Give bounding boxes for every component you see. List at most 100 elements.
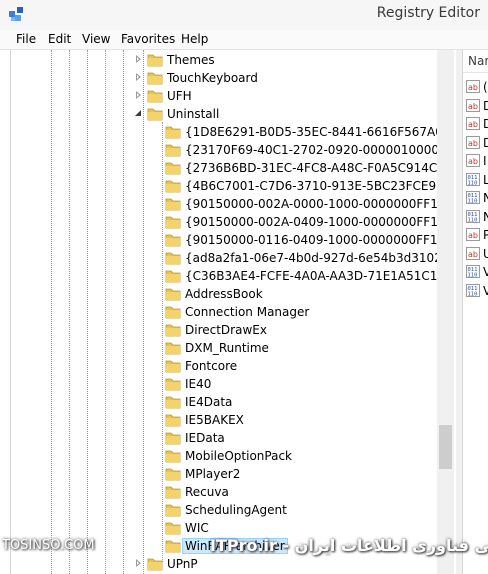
string-value-icon: ab bbox=[466, 154, 480, 167]
tree-node-label: Themes bbox=[167, 53, 215, 67]
string-value-icon: ab bbox=[466, 117, 480, 130]
tree-node-label: WIC bbox=[185, 521, 209, 535]
menu-file[interactable]: File bbox=[16, 32, 36, 46]
tree-node-label: Uninstall bbox=[167, 107, 220, 121]
name-column-label: Nar bbox=[468, 54, 488, 68]
tree-node-label: Connection Manager bbox=[185, 305, 310, 319]
folder-icon bbox=[165, 196, 181, 211]
value-name: L bbox=[483, 173, 488, 187]
tree-node-label: IE5BAKEX bbox=[185, 413, 244, 427]
folder-icon bbox=[165, 340, 181, 355]
no-expander bbox=[153, 163, 161, 171]
no-expander bbox=[153, 253, 161, 261]
folder-icon bbox=[147, 106, 163, 121]
tree-node-label: DXM_Runtime bbox=[185, 341, 269, 355]
no-expander bbox=[153, 235, 161, 243]
no-expander bbox=[153, 145, 161, 153]
no-expander bbox=[153, 505, 161, 513]
tree-node-label: {90150000-002A-0000-1000-0000000FF1CE} bbox=[185, 197, 453, 211]
value-name: N bbox=[483, 210, 488, 224]
no-expander bbox=[153, 343, 161, 351]
folder-icon bbox=[165, 520, 181, 535]
no-expander bbox=[153, 271, 161, 279]
collapsed-arrow-icon[interactable] bbox=[135, 91, 143, 99]
svg-text:110: 110 bbox=[468, 291, 478, 297]
tree-guide-line bbox=[143, 50, 144, 574]
collapsed-arrow-icon[interactable] bbox=[135, 73, 143, 81]
values-pane[interactable]: Nar ab(abDabDabDabI011110L011110N011110N… bbox=[462, 50, 488, 574]
tree-node-label: IE4Data bbox=[185, 395, 233, 409]
tree-node-label: AddressBook bbox=[185, 287, 263, 301]
tree-node-label: {90150000-002A-0409-1000-0000000FF1CE} bbox=[185, 215, 453, 229]
value-name: ( bbox=[483, 80, 488, 94]
value-name: V bbox=[483, 265, 488, 279]
svg-text:ab: ab bbox=[468, 231, 478, 240]
expanded-arrow-icon[interactable] bbox=[135, 109, 143, 117]
value-name: I bbox=[483, 154, 487, 168]
tree-node-label: IEData bbox=[185, 431, 225, 445]
string-value-icon: ab bbox=[466, 228, 480, 241]
folder-icon bbox=[165, 268, 181, 283]
folder-icon bbox=[165, 214, 181, 229]
folder-icon bbox=[165, 430, 181, 445]
svg-text:ab: ab bbox=[468, 120, 478, 129]
value-name: N bbox=[483, 191, 488, 205]
value-name: D bbox=[483, 136, 488, 150]
menu-edit[interactable]: Edit bbox=[48, 32, 71, 46]
registry-key-tree[interactable]: Themes TouchKeyboard UFH Uninstall {1D8E6291… bbox=[10, 50, 453, 574]
collapsed-arrow-icon[interactable] bbox=[135, 559, 143, 567]
menu-help[interactable]: Help bbox=[181, 32, 208, 46]
folder-icon bbox=[165, 124, 181, 139]
svg-text:ab: ab bbox=[468, 250, 478, 259]
name-column-header[interactable]: Nar bbox=[463, 50, 488, 73]
folder-icon bbox=[165, 358, 181, 373]
binary-value-icon: 011 110 bbox=[466, 209, 480, 223]
tree-node-label: DirectDrawEx bbox=[185, 323, 267, 337]
no-expander bbox=[153, 217, 161, 225]
no-expander bbox=[153, 415, 161, 423]
svg-text:ab: ab bbox=[468, 102, 478, 111]
scrollbar-thumb[interactable] bbox=[439, 425, 452, 469]
no-expander bbox=[153, 361, 161, 369]
watermark-right-text: ITPro.ir - انجمن تخصصی فناوری اطلاعات ای… bbox=[210, 536, 488, 555]
tree-node-label: {23170F69-40C1-2702-0920-000001000000} bbox=[185, 143, 453, 157]
tree-guide-line bbox=[69, 50, 70, 574]
value-name: U bbox=[483, 247, 488, 261]
registry-editor-icon bbox=[9, 7, 23, 21]
folder-icon bbox=[165, 412, 181, 427]
tree-node-label: TouchKeyboard bbox=[167, 71, 258, 85]
folder-icon bbox=[165, 160, 181, 175]
tree-node-label: IE40 bbox=[185, 377, 212, 391]
folder-icon bbox=[165, 448, 181, 463]
binary-value-icon: 011 110 bbox=[466, 283, 480, 297]
tree-vertical-scrollbar[interactable] bbox=[437, 50, 454, 574]
menu-bar: File Edit View Favorites Help bbox=[0, 30, 488, 50]
menu-view[interactable]: View bbox=[82, 32, 110, 46]
no-expander bbox=[153, 397, 161, 405]
value-name: V bbox=[483, 284, 488, 298]
tree-node-label: Recuva bbox=[185, 485, 229, 499]
tree-node-label: {C36B3AE4-FCFE-4A0A-AA3D-71E1A51C1F16} bbox=[185, 269, 453, 283]
folder-icon bbox=[165, 466, 181, 481]
tree-node-label: {ad8a2fa1-06e7-4b0d-927d-6e54b3d31028} bbox=[185, 251, 453, 265]
tree-node-label: {1D8E6291-B0D5-35EC-8441-6616F567A0F7} bbox=[185, 125, 453, 139]
tree-guide-line bbox=[105, 50, 106, 574]
tree-node-label: {90150000-0116-0409-1000-0000000FF1CE} bbox=[185, 233, 453, 247]
no-expander bbox=[153, 433, 161, 441]
menu-favorites[interactable]: Favorites bbox=[121, 32, 175, 46]
collapsed-arrow-icon[interactable] bbox=[135, 55, 143, 63]
no-expander bbox=[153, 199, 161, 207]
tree-guide-line bbox=[162, 122, 163, 562]
folder-icon bbox=[165, 394, 181, 409]
no-expander bbox=[153, 523, 161, 531]
folder-icon bbox=[165, 484, 181, 499]
tree-node-label: UFH bbox=[167, 89, 192, 103]
no-expander bbox=[153, 451, 161, 459]
string-value-icon: ab bbox=[466, 135, 480, 149]
window-title: Registry Editor bbox=[376, 5, 480, 21]
no-expander bbox=[153, 469, 161, 477]
folder-icon bbox=[165, 322, 181, 337]
value-name: D bbox=[483, 117, 488, 131]
tree-node-label: {2736B6BD-31EC-4FC8-A48C-F0A5C914C0B6} bbox=[185, 161, 453, 175]
svg-text:110: 110 bbox=[468, 199, 478, 205]
